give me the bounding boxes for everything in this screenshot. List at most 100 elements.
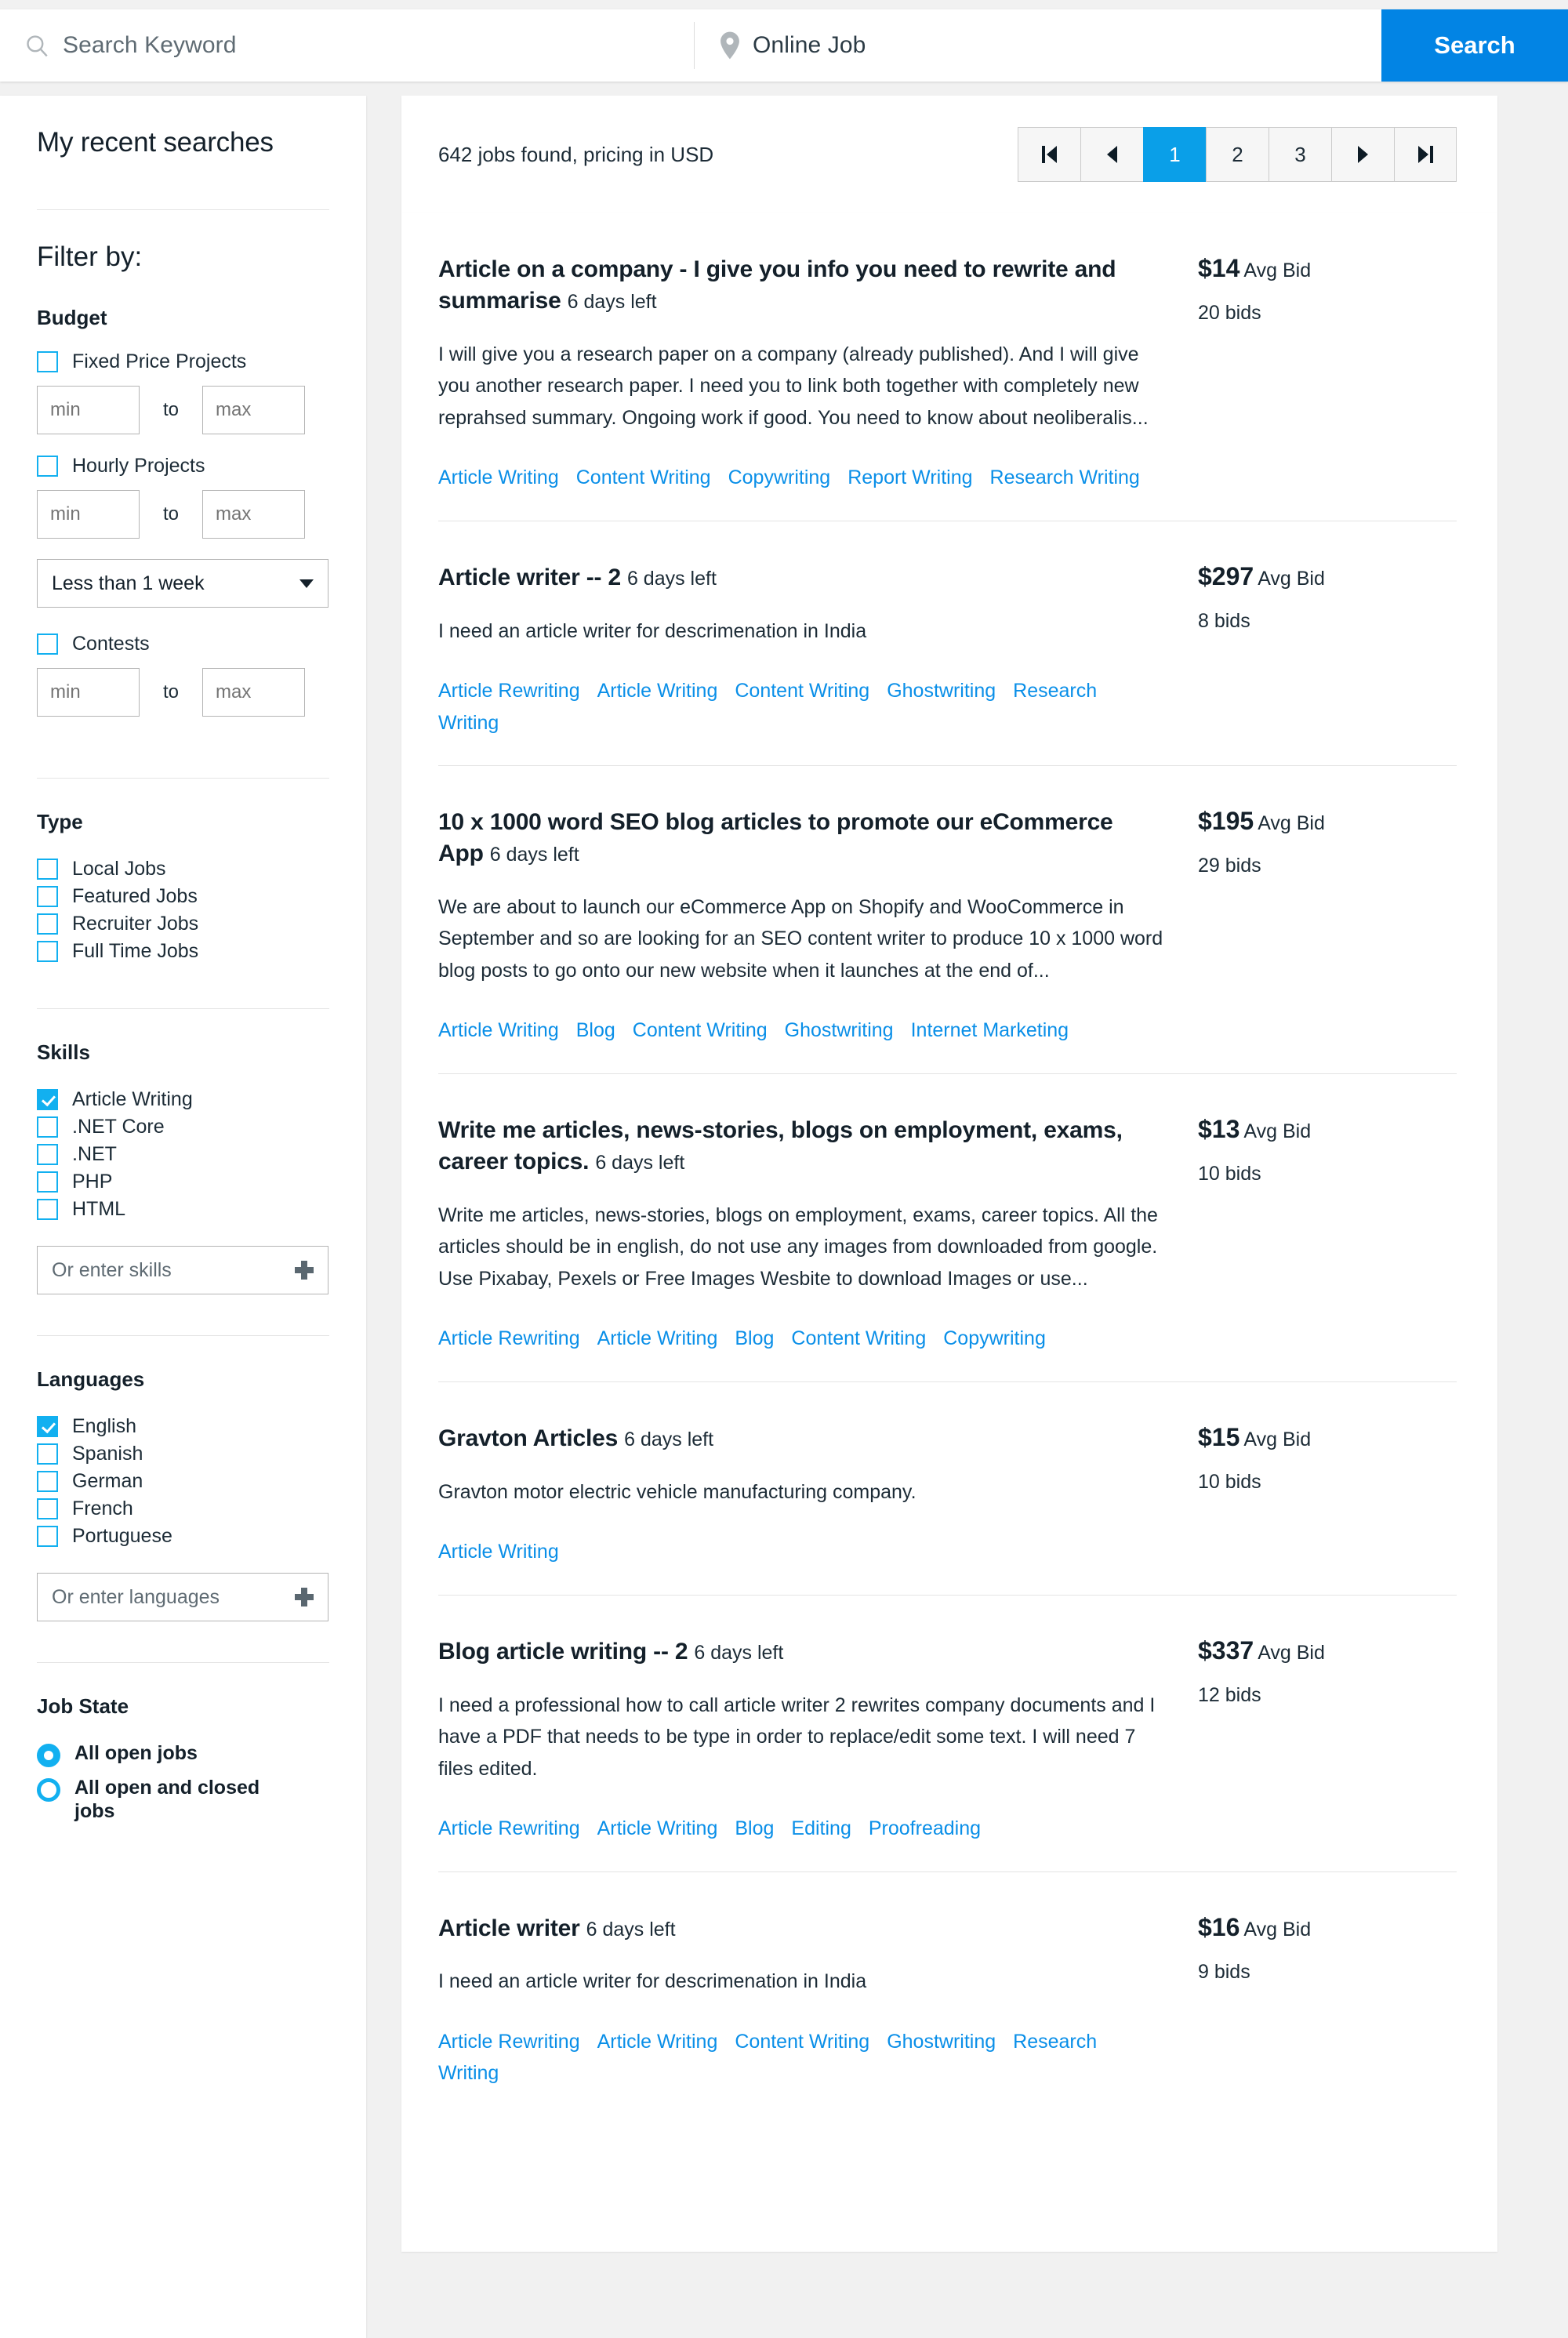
checkbox-spanish[interactable]: Spanish (37, 1443, 329, 1465)
checkbox-icon[interactable] (37, 456, 58, 477)
job-list-item[interactable]: Gravton Articles 6 days left Gravton moto… (438, 1382, 1457, 1596)
checkbox-article-writing[interactable]: Article Writing (37, 1088, 329, 1111)
checkbox-dotnet-core[interactable]: .NET Core (37, 1116, 329, 1138)
checkbox-icon[interactable] (37, 1116, 58, 1138)
skills-input-wrap[interactable]: Or enter skills (37, 1246, 328, 1294)
pagination-prev-button[interactable] (1080, 127, 1143, 182)
plus-icon[interactable] (295, 1261, 314, 1280)
checkbox-recruiter-jobs[interactable]: Recruiter Jobs (37, 913, 329, 935)
job-tag[interactable]: Editing (791, 1817, 851, 1839)
job-tag[interactable]: Ghostwriting (785, 1019, 894, 1041)
checkbox-german[interactable]: German (37, 1470, 329, 1493)
job-title[interactable]: Article writer -- 2 (438, 565, 621, 590)
checkbox-icon[interactable] (37, 1416, 58, 1437)
checkbox-icon[interactable] (37, 1199, 58, 1220)
job-title[interactable]: Blog article writing -- 2 (438, 1639, 688, 1665)
job-title[interactable]: Write me articles, news-stories, blogs o… (438, 1117, 1123, 1174)
job-title[interactable]: Gravton Articles (438, 1425, 618, 1451)
checkbox-icon[interactable] (37, 859, 58, 880)
checkbox-portuguese[interactable]: Portuguese (37, 1525, 329, 1548)
radio-icon[interactable] (37, 1744, 60, 1767)
job-list-item[interactable]: 10 x 1000 word SEO blog articles to prom… (438, 766, 1457, 1074)
checkbox-french[interactable]: French (37, 1498, 329, 1520)
pagination-page-1[interactable]: 1 (1143, 127, 1206, 182)
job-tag[interactable]: Copywriting (728, 467, 831, 488)
location-input[interactable]: Online Job (753, 32, 866, 59)
search-button[interactable]: Search (1381, 9, 1568, 82)
checkbox-icon[interactable] (37, 913, 58, 935)
job-tag[interactable]: Article Writing (597, 680, 718, 702)
job-tag[interactable]: Article Rewriting (438, 1327, 580, 1349)
keyword-search-field[interactable]: Search Keyword (0, 9, 694, 82)
job-tag[interactable]: Article Writing (438, 1019, 559, 1041)
checkbox-icon[interactable] (37, 941, 58, 962)
checkbox-icon[interactable] (37, 1471, 58, 1492)
job-tag[interactable]: Blog (735, 1327, 774, 1349)
checkbox-icon[interactable] (37, 886, 58, 907)
pagination-page-3[interactable]: 3 (1269, 127, 1331, 182)
checkbox-fixed-price-projects[interactable]: Fixed Price Projects (37, 350, 329, 373)
checkbox-html[interactable]: HTML (37, 1198, 329, 1221)
duration-select[interactable]: Less than 1 week (37, 559, 328, 608)
job-tag[interactable]: Blog (735, 1817, 774, 1839)
checkbox-php[interactable]: PHP (37, 1171, 329, 1193)
fixed-price-max-input[interactable] (202, 386, 306, 434)
radio-icon[interactable] (37, 1778, 60, 1802)
checkbox-featured-jobs[interactable]: Featured Jobs (37, 885, 329, 908)
languages-input-wrap[interactable]: Or enter languages (37, 1573, 328, 1621)
checkbox-icon[interactable] (37, 1089, 58, 1110)
job-tag[interactable]: Content Writing (735, 2031, 869, 2053)
hourly-min-input[interactable] (37, 490, 140, 539)
job-tag[interactable]: Report Writing (848, 467, 972, 488)
contests-max-input[interactable] (202, 668, 306, 717)
job-tag[interactable]: Article Writing (438, 467, 559, 488)
checkbox-icon[interactable] (37, 1171, 58, 1193)
pagination-first-button[interactable] (1018, 127, 1080, 182)
location-search-field[interactable]: Online Job (695, 9, 1381, 82)
checkbox-icon[interactable] (37, 351, 58, 372)
checkbox-icon[interactable] (37, 1498, 58, 1519)
hourly-max-input[interactable] (202, 490, 306, 539)
job-tag[interactable]: Article Writing (597, 1327, 718, 1349)
checkbox-dotnet[interactable]: .NET (37, 1143, 329, 1166)
job-list-item[interactable]: Article writer -- 26 days left I need an… (438, 521, 1457, 767)
job-tag[interactable]: Content Writing (735, 680, 869, 702)
job-list-item[interactable]: Blog article writing -- 2 6 days left I n… (438, 1596, 1457, 1872)
job-tag[interactable]: Ghostwriting (887, 2031, 996, 2053)
job-title[interactable]: Article on a company - I give you info y… (438, 256, 1116, 314)
job-tag[interactable]: Research Writing (990, 467, 1140, 488)
job-tag[interactable]: Article Rewriting (438, 1817, 580, 1839)
languages-input[interactable]: Or enter languages (52, 1586, 220, 1609)
job-tag[interactable]: Article Writing (597, 1817, 718, 1839)
job-tag[interactable]: Copywriting (943, 1327, 1046, 1349)
job-list-item[interactable]: Write me articles, news-stories, blogs o… (438, 1074, 1457, 1382)
checkbox-local-jobs[interactable]: Local Jobs (37, 858, 329, 880)
checkbox-hourly-projects[interactable]: Hourly Projects (37, 455, 329, 477)
job-tag[interactable]: Internet Marketing (911, 1019, 1069, 1041)
pagination-next-button[interactable] (1331, 127, 1394, 182)
job-tag[interactable]: Blog (576, 1019, 615, 1041)
checkbox-english[interactable]: English (37, 1415, 329, 1438)
job-tag[interactable]: Ghostwriting (887, 680, 996, 702)
job-list-item[interactable]: Article writer 6 days left I need an arti… (438, 1872, 1457, 2116)
radio-all-open-and-closed-jobs[interactable]: All open and closed jobs (37, 1777, 329, 1823)
job-tag[interactable]: Article Rewriting (438, 680, 580, 702)
radio-all-open-jobs[interactable]: All open jobs (37, 1742, 329, 1767)
job-tag[interactable]: Content Writing (633, 1019, 768, 1041)
plus-icon[interactable] (295, 1588, 314, 1606)
checkbox-icon[interactable] (37, 634, 58, 655)
checkbox-icon[interactable] (37, 1526, 58, 1547)
job-list-item[interactable]: Article on a company - I give you info y… (438, 213, 1457, 521)
checkbox-contests[interactable]: Contests (37, 633, 329, 655)
contests-min-input[interactable] (37, 668, 140, 717)
skills-input[interactable]: Or enter skills (52, 1259, 172, 1282)
job-tag[interactable]: Content Writing (576, 467, 711, 488)
pagination-last-button[interactable] (1394, 127, 1457, 182)
job-tag[interactable]: Content Writing (791, 1327, 926, 1349)
job-tag[interactable]: Proofreading (869, 1817, 981, 1839)
fixed-price-min-input[interactable] (37, 386, 140, 434)
job-tag[interactable]: Article Rewriting (438, 2031, 580, 2053)
job-title[interactable]: Article writer (438, 1915, 580, 1941)
checkbox-full-time-jobs[interactable]: Full Time Jobs (37, 940, 329, 963)
checkbox-icon[interactable] (37, 1443, 58, 1465)
